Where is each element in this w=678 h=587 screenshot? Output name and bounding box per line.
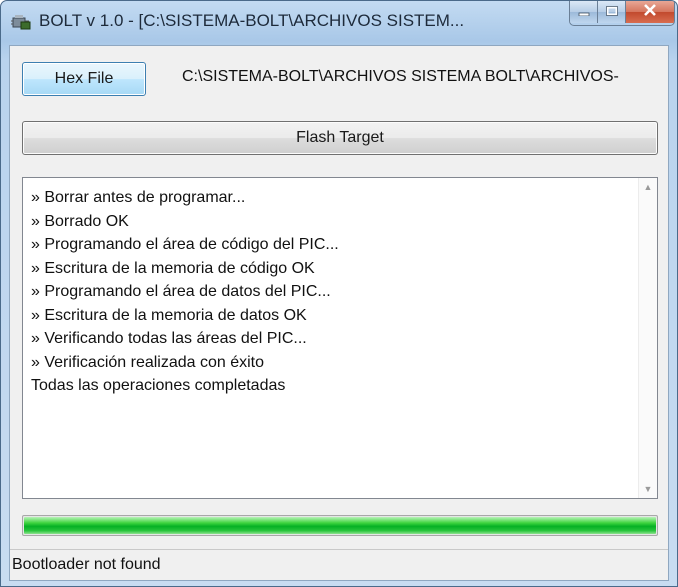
client-area: Hex File C:\SISTEMA-BOLT\ARCHIVOS SISTEM…: [9, 45, 669, 581]
status-bar: Bootloader not found: [10, 549, 668, 580]
log-line: » Verificación realizada con éxito: [31, 353, 265, 371]
scroll-up-arrow-icon[interactable]: ▲: [639, 178, 657, 196]
close-icon: [643, 3, 657, 21]
log-lines: » Borrar antes de programar... » Borrado …: [31, 186, 631, 398]
log-line: » Programando el área de datos del PIC..…: [31, 283, 331, 300]
log-line: » Escritura de la memoria de datos OK: [31, 306, 307, 324]
hex-file-button[interactable]: Hex File: [22, 62, 146, 96]
minimize-icon: [578, 3, 590, 21]
flash-target-button[interactable]: Flash Target: [22, 121, 658, 155]
window-controls: [569, 1, 675, 26]
log-line: » Borrar antes de programar...: [31, 189, 246, 206]
log-textbox[interactable]: » Borrar antes de programar... » Borrado …: [22, 177, 658, 499]
log-line: » Borrado OK: [31, 212, 129, 230]
app-window: BOLT v 1.0 - [C:\SISTEMA-BOLT\ARCHIVOS S…: [0, 0, 678, 587]
log-line: » Verificando todas las áreas del PIC...: [31, 330, 307, 347]
bolt-app-icon[interactable]: [11, 12, 31, 32]
log-line: » Programando el área de código del PIC.…: [31, 236, 339, 253]
maximize-button[interactable]: [598, 1, 626, 23]
log-scrollbar[interactable]: ▲ ▼: [638, 178, 657, 498]
maximize-icon: [605, 3, 618, 21]
progress-bar: [22, 515, 658, 536]
progress-fill: [24, 517, 656, 534]
log-line: Todas las operaciones completadas: [31, 377, 286, 394]
status-text: Bootloader not found: [12, 556, 161, 573]
window-title: BOLT v 1.0 - [C:\SISTEMA-BOLT\ARCHIVOS S…: [39, 11, 465, 30]
close-button[interactable]: [626, 1, 674, 23]
log-line: » Escritura de la memoria de código OK: [31, 259, 315, 277]
scroll-down-arrow-icon[interactable]: ▼: [639, 480, 657, 498]
title-bar[interactable]: BOLT v 1.0 - [C:\SISTEMA-BOLT\ARCHIVOS S…: [1, 1, 677, 45]
minimize-button[interactable]: [570, 1, 598, 23]
file-path-label: C:\SISTEMA-BOLT\ARCHIVOS SISTEMA BOLT\AR…: [182, 68, 619, 85]
